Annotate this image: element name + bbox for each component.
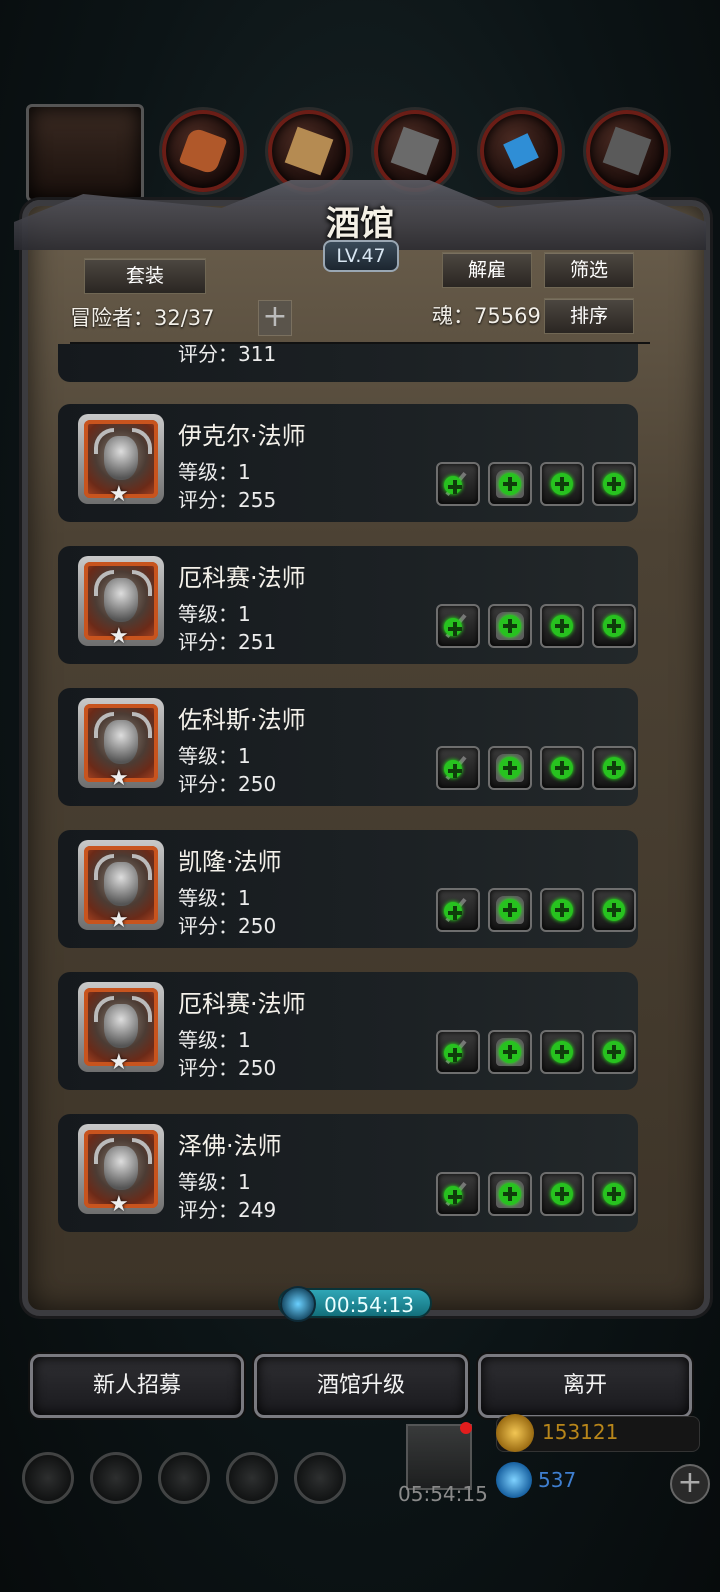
upgrade-tavern-button[interactable]: 酒馆升级 [254,1354,468,1418]
star-icon: ★ [109,1050,129,1075]
star-icon: ★ [109,766,129,791]
add-skill-icon[interactable] [540,604,584,648]
adventurer-portrait: ★ [78,556,164,649]
leave-button[interactable]: 离开 [478,1354,692,1418]
wand-skill-icon[interactable] [436,1172,480,1216]
add-slot-button[interactable]: + [258,300,292,336]
adventurer-name: 泽佛·法师 [178,1132,282,1160]
wood-icon[interactable] [268,110,350,192]
portrait-tab-icon[interactable] [26,104,144,202]
add-skill-icon[interactable] [540,1172,584,1216]
add-skill-icon[interactable] [540,888,584,932]
metal-icon[interactable] [586,110,668,192]
adventurer-name: 厄科赛·法师 [178,564,306,592]
star-icon: ★ [109,624,129,649]
add-skill-icon[interactable] [592,746,636,790]
gift-icon[interactable] [406,1424,472,1490]
tavern-level-badge: LV.47 [323,240,399,272]
clock-icon [280,1286,316,1322]
adventurer-name: 凯隆·法师 [178,848,282,876]
armor-skill-icon[interactable] [488,462,532,506]
star-icon: ★ [109,482,129,507]
list-item[interactable]: ★ 厄科赛·法师 等级：1 评分：250 [58,972,638,1090]
score-label: 评分：255 [178,488,277,512]
adventurer-list[interactable]: 评分：311 ★ 伊克尔·法师 等级：1 评分：255 ★ 厄科赛·法师 等级：… [40,344,680,1254]
achievement-icon[interactable] [90,1452,142,1504]
add-skill-icon[interactable] [592,1030,636,1074]
adventurer-portrait: ★ [78,840,164,933]
list-item[interactable]: ★ 泽佛·法师 等级：1 评分：249 [58,1114,638,1232]
adventurer-name: 厄科赛·法师 [178,990,306,1018]
score-label: 评分：249 [178,1198,277,1222]
armor-skill-icon[interactable] [488,604,532,648]
level-label: 等级：1 [178,460,251,484]
gem-icon [496,1462,532,1498]
star-icon: ★ [109,908,129,933]
armor-skill-icon[interactable] [488,888,532,932]
crystal-icon[interactable] [480,110,562,192]
mail-icon[interactable] [226,1452,278,1504]
add-currency-button[interactable]: + [670,1464,710,1504]
star-icon: ★ [109,1192,129,1217]
score-label: 评分：250 [178,1056,277,1080]
add-skill-icon[interactable] [592,462,636,506]
gold-amount: 153121 [542,1420,619,1444]
social-icon[interactable] [294,1452,346,1504]
wand-skill-icon[interactable] [436,746,480,790]
list-item[interactable]: ★ 厄科赛·法师 等级：1 评分：251 [58,546,638,664]
filter-button[interactable]: 筛选 [544,252,634,288]
armor-skill-icon[interactable] [488,1172,532,1216]
adventurer-name: 伊克尔·法师 [178,422,306,450]
adventurer-portrait: ★ [78,414,164,507]
settings-icon[interactable] [22,1452,74,1504]
wand-skill-icon[interactable] [436,462,480,506]
list-item[interactable]: 评分：311 [58,344,638,382]
set-button[interactable]: 套装 [84,258,206,294]
level-label: 等级：1 [178,1028,251,1052]
wand-skill-icon[interactable] [436,1030,480,1074]
score-label: 评分：250 [178,914,277,938]
score-label: 评分：250 [178,772,277,796]
soul-count: 魂：75569 [432,304,541,328]
notification-dot [460,1422,472,1434]
ore-icon[interactable] [374,110,456,192]
gold-coin-icon [496,1414,534,1452]
add-skill-icon[interactable] [540,1030,584,1074]
gift-timer: 05:54:15 [398,1482,488,1506]
level-label: 等级：1 [178,886,251,910]
adventurer-portrait: ★ [78,982,164,1075]
wand-skill-icon[interactable] [436,888,480,932]
adventurer-name: 佐科斯·法师 [178,706,306,734]
add-skill-icon[interactable] [540,462,584,506]
adventurer-count: 冒险者：32/37 [70,306,215,330]
add-skill-icon[interactable] [592,888,636,932]
level-label: 等级：1 [178,744,251,768]
page-title: 酒馆 [326,204,394,244]
sort-button[interactable]: 排序 [544,298,634,334]
add-skill-icon[interactable] [592,604,636,648]
score-label: 评分：311 [178,344,277,366]
boots-icon[interactable] [162,110,244,192]
list-item[interactable]: ★ 佐科斯·法师 等级：1 评分：250 [58,688,638,806]
armor-skill-icon[interactable] [488,1030,532,1074]
adventurer-portrait: ★ [78,1124,164,1217]
list-item[interactable]: ★ 伊克尔·法师 等级：1 评分：255 [58,404,638,522]
gem-amount: 537 [538,1468,577,1492]
dismiss-button[interactable]: 解雇 [442,252,532,288]
add-skill-icon[interactable] [540,746,584,790]
recruit-button[interactable]: 新人招募 [30,1354,244,1418]
menu-icon[interactable] [158,1452,210,1504]
score-label: 评分：251 [178,630,277,654]
armor-skill-icon[interactable] [488,746,532,790]
level-label: 等级：1 [178,1170,251,1194]
wand-skill-icon[interactable] [436,604,480,648]
add-skill-icon[interactable] [592,1172,636,1216]
list-item[interactable]: ★ 凯隆·法师 等级：1 评分：250 [58,830,638,948]
level-label: 等级：1 [178,602,251,626]
adventurer-portrait: ★ [78,698,164,791]
